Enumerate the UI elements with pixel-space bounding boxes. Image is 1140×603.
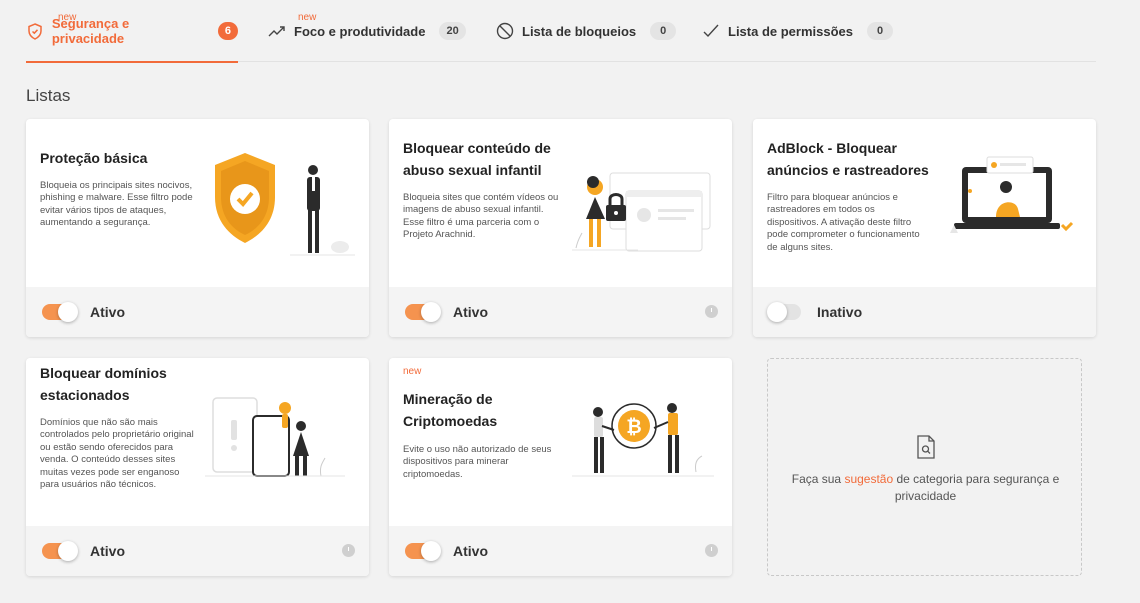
tab-security-privacy[interactable]: new Segurança e privacidade 6	[26, 0, 238, 63]
list-card-crypto-mining: new Mineração de Criptomoedas Evite o us…	[389, 358, 732, 576]
tab-count: 6	[217, 22, 238, 40]
tab-block-list[interactable]: Lista de bloqueios 0	[496, 0, 677, 62]
card-title: Mineração de Criptomoedas	[403, 391, 498, 429]
clock-icon	[705, 305, 718, 318]
card-title: AdBlock - Bloquear anúncios e rastreador…	[767, 140, 929, 178]
warning-door-illustration	[205, 397, 345, 477]
toggle-knob	[421, 302, 441, 322]
security-shield-illustration	[215, 153, 355, 256]
card-footer: Ativo	[389, 287, 732, 337]
shield-check-icon	[26, 22, 44, 40]
section-title: Listas	[26, 86, 71, 105]
status-toggle[interactable]	[405, 541, 441, 561]
tab-label: Lista de bloqueios	[522, 23, 637, 39]
tab-focus-productivity[interactable]: new Foco e produtividade 20	[268, 0, 466, 62]
category-tabs: new Segurança e privacidade 6 new Foco e…	[26, 0, 1096, 63]
status-label: Inativo	[817, 304, 863, 320]
tab-label: Lista de permissões	[728, 23, 853, 39]
card-title: Bloquear conteúdo de abuso sexual infant…	[403, 140, 551, 178]
list-card-parked-domains: Bloquear domínios estacionados Domínios …	[26, 358, 369, 576]
card-footer: Ativo	[389, 526, 732, 576]
suggest-category-box: Faça sua sugestão de categoria para segu…	[767, 358, 1082, 576]
trend-up-icon	[268, 22, 286, 40]
tab-count: 0	[867, 22, 893, 40]
card-description: Evite o uso não autorizado de seus dispo…	[403, 444, 552, 480]
new-badge: new	[298, 12, 317, 23]
clock-icon	[342, 544, 355, 557]
card-title: Proteção básica	[40, 150, 148, 166]
card-title: Bloquear domínios estacionados	[40, 365, 167, 403]
status-toggle[interactable]	[42, 541, 78, 561]
status-toggle[interactable]	[767, 302, 801, 322]
card-description: Bloqueia os principais sites nocivos, ph…	[40, 180, 193, 229]
status-label: Ativo	[453, 304, 488, 320]
tab-count: 20	[439, 22, 466, 40]
card-description: Bloqueia sites que contém vídeos ou imag…	[403, 192, 559, 241]
suggest-link[interactable]: sugestão	[844, 472, 893, 486]
suggest-text: Faça sua sugestão de categoria para segu…	[788, 471, 1063, 505]
list-card-adblock: AdBlock - Bloquear anúncios e rastreador…	[753, 119, 1096, 337]
svg-text:₿: ₿	[626, 416, 641, 438]
card-footer: Ativo	[26, 287, 369, 337]
status-label: Ativo	[453, 543, 488, 559]
suggest-text-after: de categoria para segurança e privacidad…	[893, 472, 1060, 503]
block-icon	[496, 22, 514, 40]
new-badge: new	[58, 12, 77, 23]
toggle-knob	[421, 541, 441, 561]
toggle-knob	[58, 302, 78, 322]
status-toggle[interactable]	[405, 302, 441, 322]
clock-icon	[705, 544, 718, 557]
document-search-icon	[917, 435, 935, 459]
card-description: Domínios que não são mais controlados pe…	[40, 417, 194, 491]
suggest-text-before: Faça sua	[791, 472, 845, 486]
card-footer: Ativo	[26, 526, 369, 576]
laptop-ad-illustration	[950, 156, 1074, 233]
card-footer: Inativo	[753, 287, 1096, 337]
tab-count: 0	[650, 22, 677, 40]
locked-browser-illustration	[572, 172, 711, 252]
list-card-child-abuse: Bloquear conteúdo de abuso sexual infant…	[389, 119, 732, 337]
list-card-basic-protection: Proteção básica Bloqueia os principais s…	[26, 119, 369, 337]
status-toggle[interactable]	[42, 302, 78, 322]
new-badge: new	[403, 366, 422, 377]
tab-allow-list[interactable]: Lista de permissões 0	[702, 0, 893, 62]
bitcoin-illustration: ₿	[572, 403, 714, 477]
toggle-knob	[58, 541, 78, 561]
status-label: Ativo	[90, 304, 125, 320]
tab-label: Foco e produtividade	[294, 23, 426, 39]
toggle-knob	[767, 302, 787, 322]
card-description: Filtro para bloquear anúncios e rastread…	[767, 192, 920, 253]
check-icon	[702, 22, 720, 40]
status-label: Ativo	[90, 543, 125, 559]
